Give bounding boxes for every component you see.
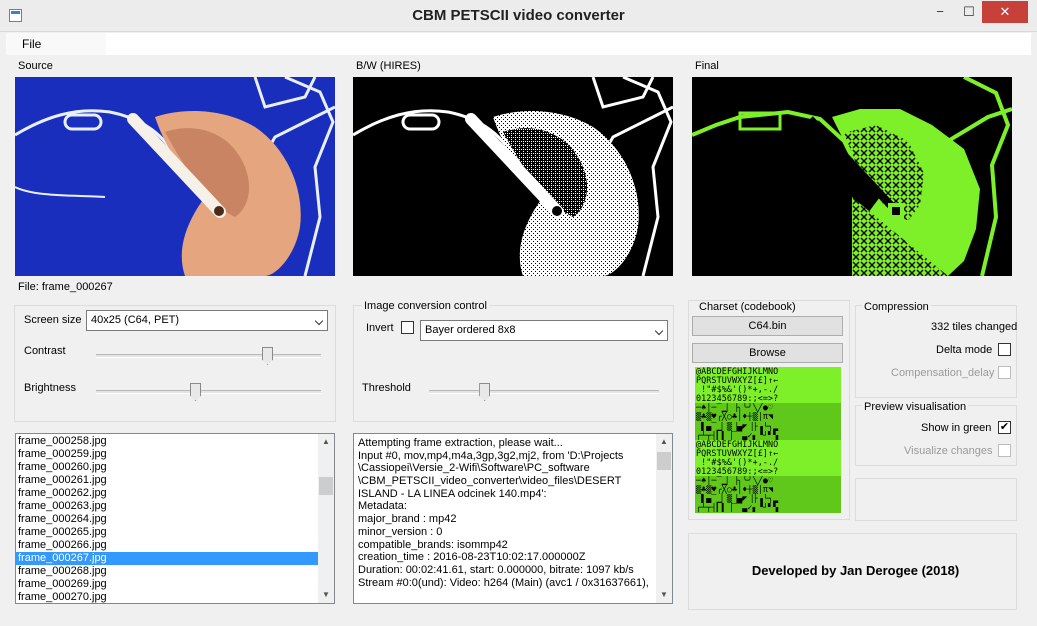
frame-list-item[interactable]: frame_000268.jpg [16, 565, 318, 578]
log-line: Duration: 00:02:41.61, start: 0.000000, … [358, 563, 634, 576]
charset-row: ┌┴┬┤▎▍▕▔▔▃✓▖▝┘▘▚ [695, 503, 841, 513]
scroll-down-icon[interactable]: ▼ [318, 587, 334, 603]
menu-file[interactable]: File [22, 37, 41, 51]
delta-mode-label: Delta mode [936, 344, 993, 356]
log-line: Metadata: [358, 500, 407, 513]
log-line: minor_version : 0 [358, 525, 443, 538]
log-scrollbar[interactable]: ▲ ▼ [656, 434, 672, 603]
menu-bar [6, 33, 106, 55]
brightness-slider-track[interactable] [96, 390, 321, 394]
log-scroll-up-icon[interactable]: ▲ [656, 434, 672, 450]
frame-list-item[interactable]: frame_000262.jpg [16, 487, 318, 500]
frame-list-item[interactable]: frame_000261.jpg [16, 474, 318, 487]
charset-row: ┌┴┬┤▎▍▕▔▔▃✓▖▝┘▘▚ [695, 430, 841, 440]
log-line: major_brand : mp42 [358, 513, 457, 526]
charset-row: 0123456789:;<=>? [695, 394, 841, 404]
frame-list-item[interactable]: frame_000258.jpg [16, 435, 318, 448]
charset-row: ─♠│─▔▁▏▕╮╰╯╲╱●♡ [695, 403, 841, 413]
charset-row: ▌▄▔▁▏▒▕▄◤▕├▗└┐▂ [695, 494, 841, 504]
charset-row: !"#$%&'()*+,-./ [695, 457, 841, 468]
log-scroll-thumb[interactable] [657, 452, 671, 470]
frame-list-item[interactable]: frame_000270.jpg [16, 591, 318, 603]
show-green-label: Show in green [921, 422, 992, 434]
log-line: \CBM_PETSCII_video_converter\video_files… [358, 475, 622, 488]
log-line: ISLAND - LA LINEA odcinek 140.mp4': [358, 487, 547, 500]
frame-list[interactable]: frame_000258.jpg frame_000259.jpg frame_00… [15, 433, 335, 604]
bw-label: B/W (HIRES) [356, 60, 421, 72]
charset-row: !"#$%&'()*+,-./ [695, 385, 841, 395]
charset-row: PQRSTUVWXYZ[£]↑← [695, 376, 841, 386]
empty-group [855, 478, 1017, 521]
charset-row: ▌▄▔▁▏▒▕▄◤▕├▗└┐▂ [695, 421, 841, 431]
frame-list-item[interactable]: frame_000265.jpg [16, 526, 318, 539]
charset-rows: @ABCDEFGHIJKLMNO PQRSTUVWXYZ[£]↑← !"#$%&'… [695, 367, 841, 513]
browse-button[interactable]: Browse [692, 343, 843, 363]
frame-list-item[interactable]: frame_000259.jpg [16, 448, 318, 461]
frame-list-item[interactable]: frame_000263.jpg [16, 500, 318, 513]
log-line: Input #0, mov,mp4,m4a,3gp,3g2,mj2, from … [358, 449, 624, 462]
invert-label: Invert [366, 322, 394, 334]
window-title: CBM PETSCII video converter [412, 7, 625, 24]
visualize-changes-label: Visualize changes [904, 445, 993, 457]
charset-row: ▒♣▒♥╭╳○♣│♦┼▒│π◥ [695, 412, 841, 422]
charset-row: ▒♣▒♥╭╳○♣│♦┼▒│π◥ [695, 485, 841, 495]
log-line: compatible_brands: isommp42 [358, 538, 508, 551]
dither-select[interactable]: Bayer ordered 8x8 [420, 320, 668, 341]
charset-row: 0123456789:;<=>? [695, 467, 841, 477]
close-button[interactable]: ✕ [982, 1, 1028, 23]
delta-mode-checkbox[interactable] [998, 343, 1011, 356]
visualize-changes-checkbox[interactable] [998, 444, 1011, 457]
charset-row: PQRSTUVWXYZ[£]↑← [695, 448, 841, 458]
threshold-label: Threshold [362, 382, 411, 394]
frame-list-item[interactable]: frame_000260.jpg [16, 461, 318, 474]
frame-list-item[interactable]: frame_000267.jpg [16, 552, 318, 565]
threshold-slider-track[interactable] [429, 390, 659, 394]
compensation-delay-checkbox[interactable] [998, 366, 1011, 379]
charset-file-button[interactable]: C64.bin [692, 316, 843, 336]
frame-items: frame_000258.jpg frame_000259.jpg frame_00… [16, 434, 334, 603]
final-label: Final [695, 60, 719, 72]
source-label: Source [18, 60, 53, 72]
frame-list-item[interactable]: frame_000269.jpg [16, 578, 318, 591]
preview-title: Preview visualisation [862, 401, 969, 413]
charset-row: ─♠│─▔▁▏▕╮╰╯╲╱●♡ [695, 476, 841, 486]
charset-title: Charset (codebook) [697, 301, 798, 313]
log-textbox[interactable]: Attempting frame extraction, please wait… [353, 433, 673, 604]
source-image [15, 77, 335, 276]
tiles-changed-text: 332 tiles changed [931, 321, 1018, 333]
log-scroll-down-icon[interactable]: ▼ [656, 587, 672, 603]
scroll-up-icon[interactable]: ▲ [318, 434, 334, 450]
invert-checkbox[interactable] [401, 321, 414, 334]
charset-grid: @ABCDEFGHIJKLMNO PQRSTUVWXYZ[£]↑← !"#$%&'… [695, 367, 841, 513]
compensation-delay-label: Compensation_delay [891, 367, 995, 379]
frame-list-scrollbar[interactable]: ▲ ▼ [318, 434, 334, 603]
contrast-label: Contrast [24, 345, 66, 357]
compression-title: Compression [862, 301, 931, 313]
source-file-caption: File: frame_000267 [18, 281, 113, 293]
final-image [692, 77, 1012, 276]
charset-row: @ABCDEFGHIJKLMNO [695, 367, 841, 377]
brightness-label: Brightness [24, 382, 76, 394]
frame-list-item[interactable]: frame_000264.jpg [16, 513, 318, 526]
scroll-thumb[interactable] [319, 477, 333, 495]
image-conversion-title: Image conversion control [362, 300, 489, 312]
log-line: creation_time : 2016-08-23T10:02:17.0000… [358, 551, 586, 564]
bw-image [353, 77, 673, 276]
credits-text: Developed by Jan Derogee (2018) [751, 563, 960, 578]
log-line: Stream #0:0(und): Video: h264 (Main) (av… [358, 576, 649, 589]
show-green-checkbox[interactable]: ✔ [998, 421, 1011, 434]
log-lines: Attempting frame extraction, please wait… [354, 434, 672, 589]
log-line: \Cassiopei\Versie_2-Wifi\Software\PC_sof… [358, 462, 590, 475]
charset-row: @ABCDEFGHIJKLMNO [695, 439, 841, 449]
log-line: Attempting frame extraction, please wait… [358, 437, 563, 449]
screen-size-label: Screen size [24, 314, 82, 326]
screen-size-select[interactable]: 40x25 (C64, PET) [86, 310, 328, 331]
frame-list-item[interactable]: frame_000266.jpg [16, 539, 318, 552]
contrast-slider-track[interactable] [96, 354, 321, 358]
menu-bar-fill [106, 33, 1031, 55]
